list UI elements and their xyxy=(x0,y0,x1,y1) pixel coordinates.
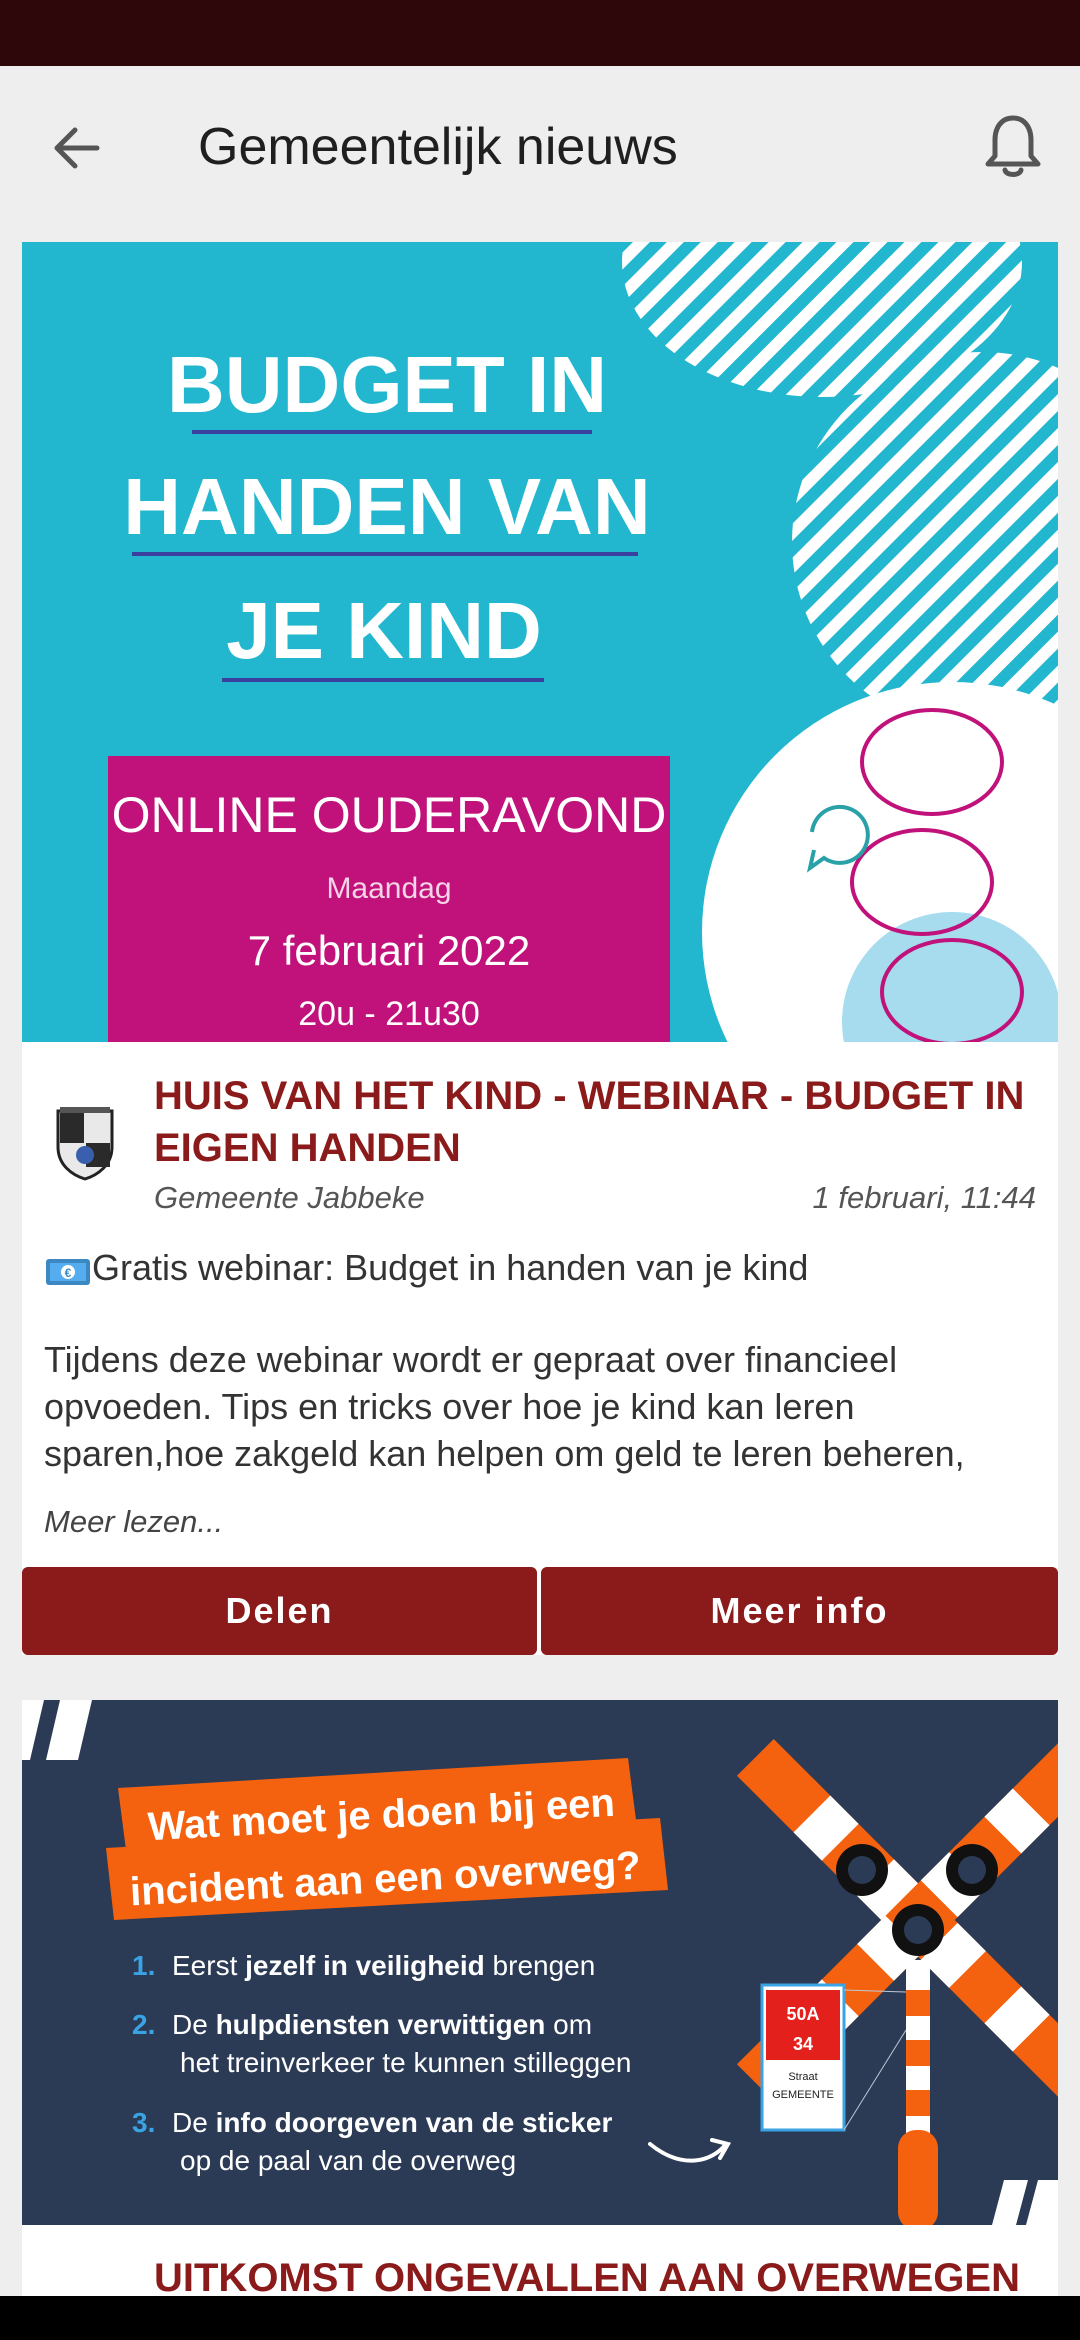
arrow-left-icon[interactable] xyxy=(45,116,109,180)
step2-number: 2. xyxy=(132,2009,155,2040)
banner-line2: HANDEN VAN xyxy=(123,462,650,551)
page-title: Gemeentelijk nieuws xyxy=(198,118,678,176)
step3-number: 3. xyxy=(132,2107,155,2138)
svg-text:€: € xyxy=(65,1266,72,1280)
article-banner-image: Wat moet je doen bij een incident aan ee… xyxy=(22,1700,1058,2225)
bell-icon[interactable] xyxy=(982,112,1044,182)
euro-banknote-emoji: € xyxy=(46,1259,90,1285)
banner-line1: BUDGET IN xyxy=(167,340,607,429)
sticker-street: Straat xyxy=(788,2071,817,2083)
banner-box-day: Maandag xyxy=(326,872,451,905)
banner-line3: JE KIND xyxy=(226,586,542,675)
app-bar: Gemeentelijk nieuws xyxy=(0,66,1080,226)
article-author: Gemeente Jabbeke xyxy=(154,1180,425,1215)
article-date: 1 februari, 11:44 xyxy=(812,1180,1036,1215)
banner-box-title: ONLINE OUDERAVOND xyxy=(112,787,667,843)
step1-number: 1. xyxy=(132,1950,155,1981)
step2-text: De hulpdiensten verwittigen om xyxy=(172,2009,592,2040)
navigation-bar xyxy=(0,2296,1080,2340)
banner-box-date: 7 februari 2022 xyxy=(248,927,531,974)
step3-text-cont: op de paal van de overweg xyxy=(180,2145,516,2176)
news-card[interactable]: Wat moet je doen bij een incident aan ee… xyxy=(22,1700,1058,2340)
share-button[interactable]: Delen xyxy=(22,1567,537,1655)
read-more-link[interactable]: Meer lezen... xyxy=(44,1504,223,1540)
article-lead: Gratis webinar: Budget in handen van je … xyxy=(92,1247,809,1288)
status-bar xyxy=(0,0,1080,66)
more-info-button[interactable]: Meer info xyxy=(541,1567,1058,1655)
news-card[interactable]: BUDGET IN HANDEN VAN JE KIND ONLINE OUDE… xyxy=(22,242,1058,1655)
step2-text-cont: het treinverkeer te kunnen stilleggen xyxy=(180,2047,631,2078)
sticker-km: 34 xyxy=(793,2034,813,2054)
sticker-city: GEMEENTE xyxy=(772,2089,834,2101)
article-actions: Delen Meer info xyxy=(22,1567,1058,1655)
sticker-code: 50A xyxy=(786,2004,819,2024)
municipal-crest-icon xyxy=(56,1107,114,1181)
step1-text: Eerst jezelf in veiligheid brengen xyxy=(172,1950,595,1981)
article-body: Tijdens deze webinar wordt er gepraat ov… xyxy=(44,1339,965,1474)
article-headline[interactable]: HUIS VAN HET KIND - WEBINAR - BUDGET IN … xyxy=(154,1070,1034,1174)
step3-text: De info doorgeven van de sticker xyxy=(172,2107,612,2138)
banner-box-time: 20u - 21u30 xyxy=(298,995,480,1033)
article-headline[interactable]: UITKOMST ONGEVALLEN AAN OVERWEGEN xyxy=(154,2256,1054,2301)
article-banner-image: BUDGET IN HANDEN VAN JE KIND ONLINE OUDE… xyxy=(22,242,1058,1042)
